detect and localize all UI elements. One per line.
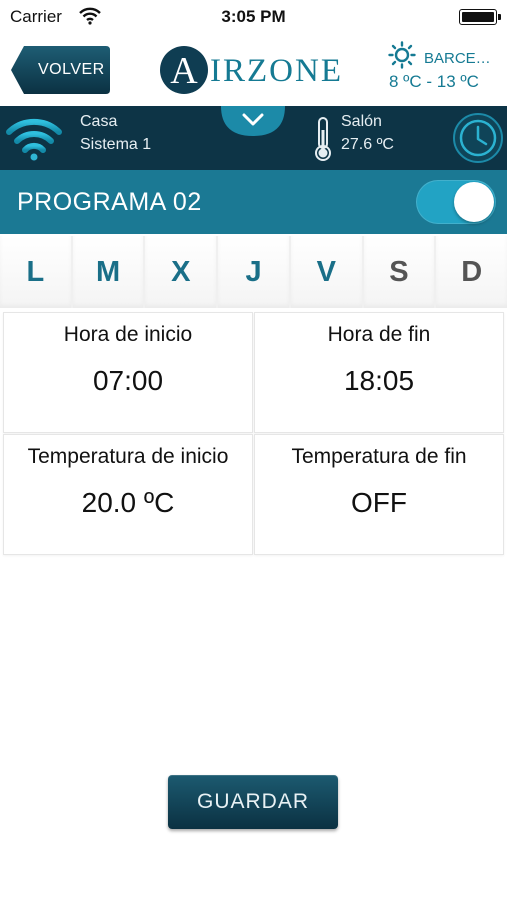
system-bar: Casa Sistema 1 Salón 27.6 ºC [0, 106, 507, 170]
start-time-value: 07:00 [92, 365, 164, 396]
chevron-down-icon[interactable] [221, 106, 285, 136]
thermometer-icon [315, 117, 331, 161]
zone-name: Salón [341, 113, 382, 130]
program-enable-toggle[interactable] [416, 180, 496, 224]
status-time: 3:05 PM [221, 7, 286, 26]
system-name: Sistema 1 [80, 136, 152, 153]
toggle-knob [454, 182, 494, 222]
day-thursday[interactable]: J [218, 236, 291, 308]
airzone-logo: A IRZONE [160, 44, 356, 96]
end-temperature-value: OFF [351, 487, 407, 518]
start-time-label: Hora de inicio [63, 323, 193, 346]
day-wednesday[interactable]: X [145, 236, 219, 308]
start-temperature-label: Temperatura de inicio [27, 445, 229, 468]
program-title: PROGRAMA 02 [17, 188, 202, 216]
start-temperature-value: 20.0 ºC [81, 487, 175, 518]
schedule-grid: Hora de inicio 07:00 Hora de fin 18:05 T… [3, 312, 504, 556]
end-time-label: Hora de fin [327, 323, 431, 346]
home-name: Casa [80, 113, 118, 130]
program-bar: PROGRAMA 02 [0, 170, 507, 234]
back-button[interactable]: VOLVER [10, 45, 111, 95]
day-monday[interactable]: L [0, 236, 73, 308]
zone-temperature: 27.6 ºC [341, 136, 394, 153]
weather-widget[interactable]: BARCE… 8 ºC - 13 ºC [386, 39, 506, 99]
day-saturday[interactable]: S [363, 236, 437, 308]
app-header: VOLVER A IRZONE BARCE… 8 ºC - 13 ºC [0, 34, 507, 106]
end-time-cell[interactable]: Hora de fin 18:05 [254, 312, 504, 433]
wifi-icon [6, 118, 62, 161]
back-button-label: VOLVER [38, 61, 105, 78]
clock-icon[interactable] [452, 112, 504, 164]
end-temperature-label: Temperatura de fin [291, 445, 467, 468]
day-sunday[interactable]: D [436, 236, 507, 308]
start-time-cell[interactable]: Hora de inicio 07:00 [3, 312, 253, 433]
end-time-value: 18:05 [343, 365, 415, 396]
day-tuesday[interactable]: M [72, 236, 146, 308]
save-button[interactable]: GUARDAR [168, 775, 338, 829]
status-bar: Carrier 3:05 PM [0, 0, 507, 34]
logo-wordmark: IRZONE [210, 53, 343, 89]
end-temperature-cell[interactable]: Temperatura de fin OFF [254, 434, 504, 555]
logo-initial: A [170, 50, 198, 92]
day-friday[interactable]: V [290, 236, 364, 308]
weather-temp-range: 8 ºC - 13 ºC [389, 72, 479, 91]
sun-icon [388, 41, 416, 69]
weekday-selector: L M X J V S D [0, 236, 507, 308]
weather-city: BARCE… [424, 50, 491, 67]
start-temperature-cell[interactable]: Temperatura de inicio 20.0 ºC [3, 434, 253, 555]
battery-icon [459, 9, 501, 25]
